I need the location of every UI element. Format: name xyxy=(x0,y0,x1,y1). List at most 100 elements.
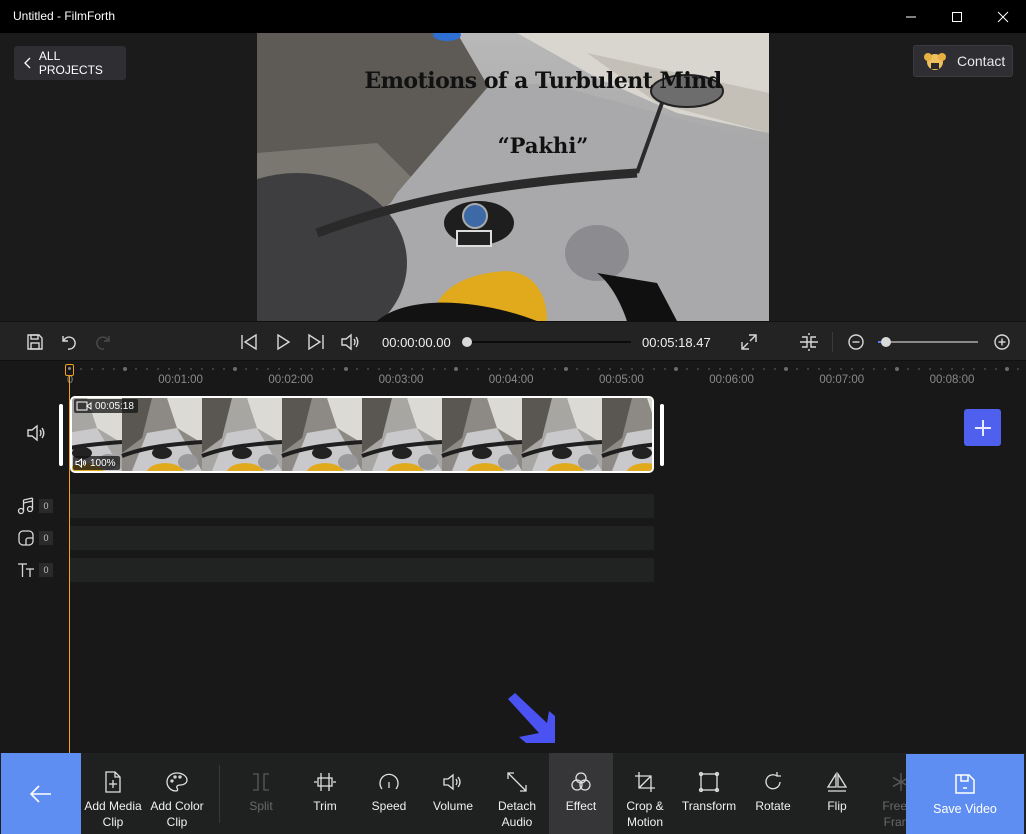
hint-arrow-icon xyxy=(508,693,555,743)
ruler-tick xyxy=(410,368,413,370)
caption-title: Emotions of a Turbulent Mind xyxy=(364,68,722,94)
flip-icon xyxy=(826,771,848,792)
ruler-tick xyxy=(994,368,997,370)
ruler-tick xyxy=(1016,368,1019,370)
zoom-slider-thumb[interactable] xyxy=(881,337,891,347)
redo-button[interactable] xyxy=(92,331,114,353)
ruler-tick xyxy=(894,367,899,371)
sticker-track[interactable] xyxy=(70,526,654,550)
play-button[interactable] xyxy=(272,331,294,353)
plus-icon xyxy=(974,419,991,436)
skip-forward-icon xyxy=(308,333,324,351)
split-label: Split xyxy=(249,799,273,813)
zoom-in-button[interactable] xyxy=(991,331,1013,353)
ruler-tick xyxy=(179,368,182,370)
save-project-button[interactable] xyxy=(24,331,46,353)
trim-button[interactable]: Trim xyxy=(293,753,357,834)
ruler-tick xyxy=(509,368,512,370)
ruler-tick xyxy=(917,368,920,370)
track-volume-button[interactable] xyxy=(26,424,46,447)
ruler-tick xyxy=(421,368,424,370)
fullscreen-button[interactable] xyxy=(738,331,760,353)
clip-thumbnail xyxy=(441,398,523,471)
ruler-tick xyxy=(201,368,204,370)
sticker-track-count: 0 xyxy=(39,531,53,545)
seek-slider-track[interactable] xyxy=(467,341,631,343)
ruler-tick xyxy=(553,368,556,370)
ruler-tick xyxy=(906,368,909,370)
detach-audio-button[interactable]: Detach Audio xyxy=(485,753,549,834)
ruler-tick xyxy=(840,368,843,370)
ruler-tick xyxy=(80,368,83,370)
ruler-label: 00:03:00 xyxy=(378,374,424,386)
ruler-tick xyxy=(939,368,942,370)
ruler-label: 00:05:00 xyxy=(599,374,644,386)
all-projects-button[interactable]: ALL PROJECTS xyxy=(14,46,126,80)
undo-icon xyxy=(62,336,76,350)
transform-button[interactable]: Transform xyxy=(677,753,741,834)
music-track-button[interactable] xyxy=(16,496,36,516)
video-clip[interactable]: 00:05:18 100% xyxy=(70,396,654,473)
clip-left-trim-handle[interactable] xyxy=(59,404,63,466)
skip-to-end-button[interactable] xyxy=(305,331,327,353)
text-track-button[interactable] xyxy=(16,560,36,580)
skip-to-start-button[interactable] xyxy=(238,331,260,353)
ruler-tick xyxy=(796,368,799,370)
palette-icon xyxy=(166,772,188,792)
ruler-tick xyxy=(343,367,348,371)
maximize-button[interactable] xyxy=(934,0,980,33)
crop-motion-button[interactable]: Crop & Motion xyxy=(613,753,677,834)
seek-slider-thumb[interactable] xyxy=(462,337,472,347)
current-time: 00:00:00.00 xyxy=(382,335,451,350)
sticker-track-button[interactable] xyxy=(16,528,36,548)
flip-label: Flip xyxy=(827,799,847,813)
ruler-tick xyxy=(135,368,138,370)
ruler-tick xyxy=(443,368,446,370)
ruler-tick xyxy=(399,368,402,370)
ruler-tick xyxy=(322,368,325,370)
ruler-tick xyxy=(719,368,722,370)
fit-timeline-button[interactable] xyxy=(798,331,820,353)
rotate-button[interactable]: Rotate xyxy=(741,753,805,834)
add-color-clip-button[interactable]: Add Color Clip xyxy=(145,753,209,834)
speed-button[interactable]: Speed xyxy=(357,753,421,834)
music-track[interactable] xyxy=(70,494,654,518)
timeline[interactable]: 00:01:00 00:02:00 00:03:00 00:04:00 00:05:00… xyxy=(0,362,1026,753)
clip-thumbnail xyxy=(521,398,603,471)
add-media-clip-button[interactable]: Add Media Clip xyxy=(81,753,145,834)
add-clip-button[interactable] xyxy=(964,409,1001,446)
video-preview[interactable]: Emotions of a Turbulent Mind “Pakhi” xyxy=(257,33,769,321)
ruler-tick xyxy=(620,368,622,370)
crop-motion-label: Crop & Motion xyxy=(626,799,664,829)
ruler-tick xyxy=(223,368,226,370)
ruler-label: 00:07:00 xyxy=(819,374,865,386)
detach-icon xyxy=(507,772,527,792)
ruler-tick xyxy=(245,368,248,370)
minimize-button[interactable] xyxy=(888,0,934,33)
playhead-handle[interactable] xyxy=(65,364,74,376)
volume-button[interactable]: Volume xyxy=(421,753,485,834)
split-button[interactable]: Split xyxy=(229,753,293,834)
save-video-button[interactable]: Save Video xyxy=(906,754,1024,834)
preview-volume-button[interactable] xyxy=(339,331,361,353)
ruler-tick xyxy=(453,367,458,371)
ruler-tick xyxy=(961,368,964,370)
skip-back-icon xyxy=(241,333,257,351)
zoom-slider-track[interactable] xyxy=(880,341,978,343)
ruler-tick xyxy=(818,368,821,370)
ruler-tick xyxy=(950,368,953,370)
clip-right-trim-handle[interactable] xyxy=(660,404,664,466)
effect-button[interactable]: Effect xyxy=(549,753,613,834)
ruler-tick xyxy=(763,368,766,370)
text-track[interactable] xyxy=(70,558,654,582)
close-button[interactable] xyxy=(980,0,1026,33)
contact-button[interactable]: Contact xyxy=(913,45,1013,77)
undo-button[interactable] xyxy=(58,331,80,353)
zoom-out-button[interactable] xyxy=(845,331,867,353)
back-button[interactable] xyxy=(1,753,81,834)
ruler-tick xyxy=(91,368,94,370)
ruler-tick xyxy=(333,368,336,370)
divider xyxy=(832,332,833,352)
flip-button[interactable]: Flip xyxy=(805,753,869,834)
fit-to-width-icon xyxy=(800,333,818,351)
